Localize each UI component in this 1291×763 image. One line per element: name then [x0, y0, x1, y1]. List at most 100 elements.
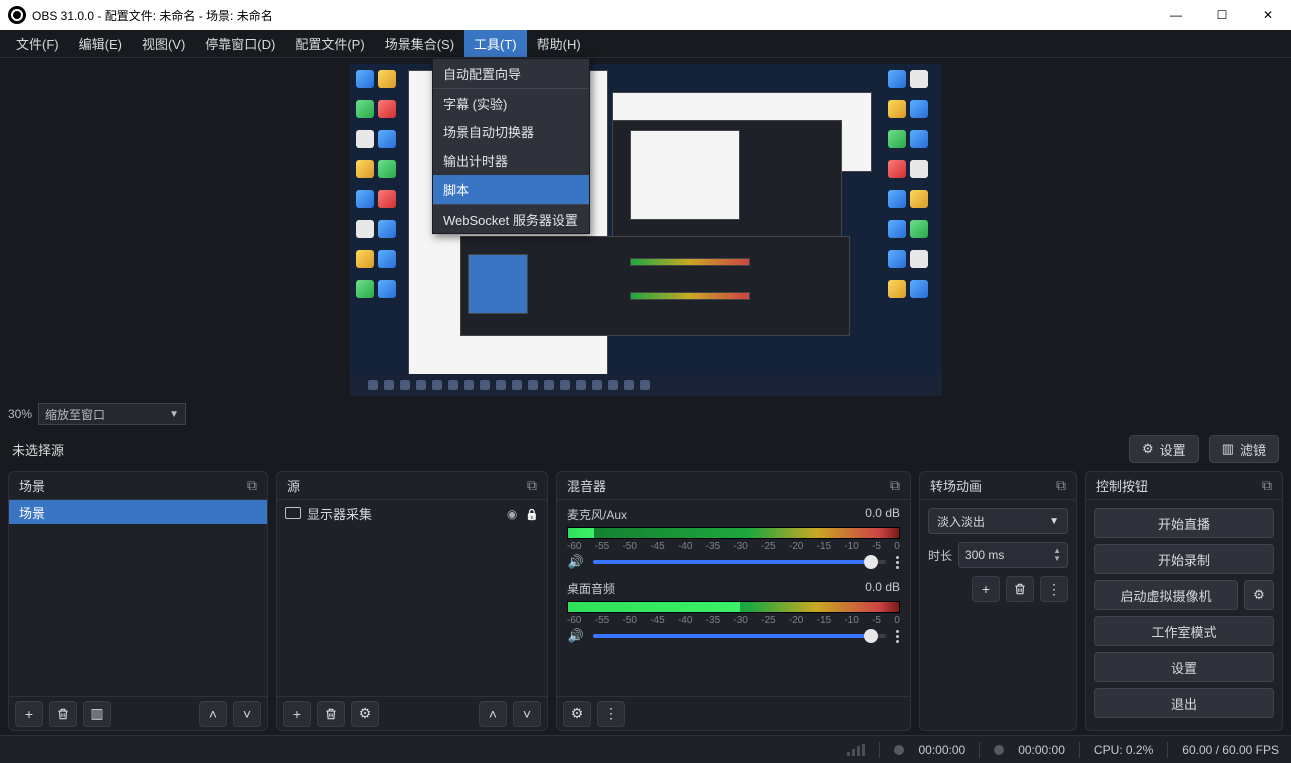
close-button[interactable]: ✕	[1245, 0, 1291, 30]
delete-source-button[interactable]	[317, 701, 345, 727]
transitions-dock: 转场动画 ⧉ 淡入淡出 ▼ 时长 300 ms ▲▼ + ⋮	[919, 471, 1077, 731]
filters-icon: ▥	[1222, 441, 1234, 457]
mixer-dock: 混音器 ⧉ 麦克风/Aux 0.0 dB -60-55-50-45-40-35-…	[556, 471, 911, 731]
exit-button[interactable]: 退出	[1094, 688, 1274, 718]
tools-scene-switcher[interactable]: 场景自动切换器	[433, 117, 589, 146]
transition-menu-button[interactable]: ⋮	[1040, 576, 1068, 602]
transitions-header: 转场动画 ⧉	[920, 472, 1076, 500]
mixer-channel-desktop: 桌面音频 0.0 dB -60-55-50-45-40-35-30-25-20-…	[557, 574, 910, 648]
volume-slider[interactable]	[593, 634, 886, 638]
channel-menu-icon[interactable]	[894, 556, 900, 569]
menu-profile[interactable]: 配置文件(P)	[285, 30, 374, 57]
virtual-cam-settings-button[interactable]: ⚙	[1244, 580, 1274, 610]
mixer-body: 麦克风/Aux 0.0 dB -60-55-50-45-40-35-30-25-…	[557, 500, 910, 696]
menubar: 文件(F) 编辑(E) 视图(V) 停靠窗口(D) 配置文件(P) 场景集合(S…	[0, 30, 1291, 58]
chevron-down-icon: ▼	[1049, 516, 1059, 527]
popout-icon[interactable]: ⧉	[527, 477, 537, 494]
mixer-channel-label: 桌面音频	[567, 580, 615, 597]
live-indicator-icon	[894, 745, 904, 755]
gear-icon: ⚙	[1142, 441, 1154, 457]
mixer-channel-mic: 麦克风/Aux 0.0 dB -60-55-50-45-40-35-30-25-…	[557, 500, 910, 574]
studio-mode-button[interactable]: 工作室模式	[1094, 616, 1274, 646]
vu-scale: -60-55-50-45-40-35-30-25-20-15-10-50	[567, 541, 900, 552]
menu-file[interactable]: 文件(F)	[6, 30, 69, 57]
speaker-icon[interactable]: 🔊	[567, 554, 585, 570]
zoom-mode-label: 缩放至窗口	[45, 406, 105, 423]
cpu-usage: CPU: 0.2%	[1094, 743, 1153, 757]
chevron-down-icon: ▼	[169, 409, 179, 420]
minimize-button[interactable]: —	[1153, 0, 1199, 30]
mixer-settings-button[interactable]: ⚙	[563, 701, 591, 727]
preview-area[interactable]	[0, 58, 1291, 401]
start-streaming-button[interactable]: 开始直播	[1094, 508, 1274, 538]
zoom-mode-select[interactable]: 缩放至窗口 ▼	[38, 403, 186, 425]
transition-type-select[interactable]: 淡入淡出 ▼	[928, 508, 1068, 534]
start-virtual-cam-button[interactable]: 启动虚拟摄像机	[1094, 580, 1238, 610]
duration-spinner[interactable]: 300 ms ▲▼	[958, 542, 1068, 568]
vu-scale: -60-55-50-45-40-35-30-25-20-15-10-50	[567, 615, 900, 626]
delete-scene-button[interactable]	[49, 701, 77, 727]
lock-toggle[interactable]	[525, 506, 539, 521]
app-logo	[8, 6, 26, 24]
mixer-menu-button[interactable]: ⋮	[597, 701, 625, 727]
vu-meter	[567, 601, 900, 613]
visibility-toggle[interactable]	[507, 506, 517, 521]
tools-auto-config[interactable]: 自动配置向导	[433, 59, 589, 88]
menu-dock[interactable]: 停靠窗口(D)	[195, 30, 285, 57]
status-bar: 00:00:00 00:00:00 CPU: 0.2% 60.00 / 60.0…	[0, 735, 1291, 763]
menu-edit[interactable]: 编辑(E)	[69, 30, 132, 57]
add-scene-button[interactable]: +	[15, 701, 43, 727]
scene-up-button[interactable]: ˄	[199, 701, 227, 727]
fps-label: 60.00 / 60.00 FPS	[1182, 743, 1279, 757]
add-source-button[interactable]: +	[283, 701, 311, 727]
no-source-label: 未选择源	[12, 440, 64, 459]
mixer-channel-label: 麦克风/Aux	[567, 506, 627, 523]
docks-container: 场景 ⧉ 场景 + ▥ ˄ ˅ 源 ⧉ 显示器采集	[0, 471, 1291, 731]
tools-output-timer[interactable]: 输出计时器	[433, 146, 589, 175]
rec-indicator-icon	[994, 745, 1004, 755]
duration-label: 时长	[928, 547, 952, 564]
tools-captions[interactable]: 字幕 (实验)	[433, 88, 589, 117]
menu-view[interactable]: 视图(V)	[132, 30, 195, 57]
window-title: OBS 31.0.0 - 配置文件: 未命名 - 场景: 未命名	[32, 7, 273, 24]
vu-meter	[567, 527, 900, 539]
scenes-header: 场景 ⧉	[9, 472, 267, 500]
mixer-channel-db: 0.0 dB	[865, 506, 900, 523]
settings-button[interactable]: 设置	[1094, 652, 1274, 682]
source-filters-button[interactable]: ▥ 滤镜	[1209, 435, 1279, 463]
channel-menu-icon[interactable]	[894, 630, 900, 643]
volume-slider[interactable]	[593, 560, 886, 564]
add-transition-button[interactable]: +	[972, 576, 1000, 602]
controls-dock: 控制按钮 ⧉ 开始直播 开始录制 启动虚拟摄像机 ⚙ 工作室模式 设置 退出	[1085, 471, 1283, 731]
popout-icon[interactable]: ⧉	[890, 477, 900, 494]
zoom-percent: 30%	[8, 407, 32, 421]
source-props-button[interactable]: ⚙	[351, 701, 379, 727]
scene-down-button[interactable]: ˅	[233, 701, 261, 727]
display-capture-icon	[285, 507, 301, 519]
start-recording-button[interactable]: 开始录制	[1094, 544, 1274, 574]
source-toolbar: 未选择源 ⚙ 设置 ▥ 滤镜	[0, 427, 1291, 471]
mixer-header: 混音器 ⧉	[557, 472, 910, 500]
source-down-button[interactable]: ˅	[513, 701, 541, 727]
menu-scene-collection[interactable]: 场景集合(S)	[375, 30, 464, 57]
delete-transition-button[interactable]	[1006, 576, 1034, 602]
sources-header: 源 ⧉	[277, 472, 547, 500]
source-item[interactable]: 显示器采集	[277, 500, 547, 526]
scene-item[interactable]: 场景	[9, 500, 267, 524]
source-up-button[interactable]: ˄	[479, 701, 507, 727]
speaker-icon[interactable]: 🔊	[567, 628, 585, 644]
popout-icon[interactable]: ⧉	[1262, 477, 1272, 494]
scene-filter-button[interactable]: ▥	[83, 701, 111, 727]
tools-websocket[interactable]: WebSocket 服务器设置	[433, 204, 589, 233]
source-settings-button[interactable]: ⚙ 设置	[1129, 435, 1199, 463]
scenes-dock: 场景 ⧉ 场景 + ▥ ˄ ˅	[8, 471, 268, 731]
maximize-button[interactable]: ☐	[1199, 0, 1245, 30]
menu-help[interactable]: 帮助(H)	[527, 30, 591, 57]
popout-icon[interactable]: ⧉	[1056, 477, 1066, 494]
menu-tools[interactable]: 工具(T)	[464, 30, 527, 57]
controls-header: 控制按钮 ⧉	[1086, 472, 1282, 500]
titlebar: OBS 31.0.0 - 配置文件: 未命名 - 场景: 未命名 — ☐ ✕	[0, 0, 1291, 30]
popout-icon[interactable]: ⧉	[247, 477, 257, 494]
sources-dock: 源 ⧉ 显示器采集 + ⚙ ˄ ˅	[276, 471, 548, 731]
tools-scripts[interactable]: 脚本	[433, 175, 589, 204]
